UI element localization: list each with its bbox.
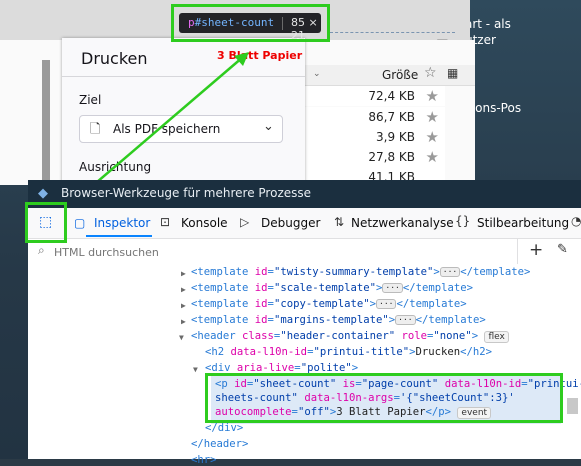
tab-style-editor[interactable]: Stilbearbeitung — [477, 216, 569, 230]
inspector-icon: ▢ — [74, 216, 86, 230]
tree-node[interactable]: <template id="margins-template"> ··· </tem… — [191, 314, 486, 326]
devtools-logo-icon: ◆ — [38, 186, 48, 201]
html-search-bar: ⌕ + ✎ — [28, 239, 581, 265]
devtools-window-title: Browser-Werkzeuge für mehrere Prozesse — [61, 186, 312, 200]
eyedropper-icon[interactable]: ✎ — [557, 242, 568, 257]
tree-node[interactable]: <h2 data-l10n-id="printui-title">Drucken… — [205, 346, 492, 358]
tree-node[interactable]: <template id="scale-template"> ··· </templ… — [191, 282, 473, 294]
tab-console[interactable]: Konsole — [181, 216, 228, 230]
debugger-icon: ▷ — [240, 215, 250, 229]
add-node-icon[interactable]: + — [529, 240, 543, 260]
tree-node[interactable]: <header class="header-container" role="n… — [191, 330, 509, 343]
collapse-triangle-icon[interactable]: ▼ — [179, 333, 184, 342]
tab-network[interactable]: Netzwerkanalyse — [351, 216, 454, 230]
tree-node[interactable]: </div> — [205, 422, 243, 434]
expand-triangle-icon[interactable]: ▶ — [181, 269, 186, 278]
html-search-input[interactable] — [52, 242, 496, 262]
tab-debugger[interactable]: Debugger — [261, 216, 320, 230]
performance-icon[interactable]: ◔ — [571, 214, 581, 228]
style-editor-icon: {} — [455, 214, 471, 228]
highlight-selected-node — [205, 373, 563, 423]
network-icon: ⇅ — [334, 215, 345, 229]
search-icon: ⌕ — [38, 243, 45, 257]
expand-triangle-icon[interactable]: ▶ — [181, 285, 186, 294]
tree-node[interactable]: <template id="twisty-summary-template"> ·… — [191, 266, 530, 278]
tree-node[interactable]: </header> — [191, 438, 248, 450]
highlight-picker — [25, 202, 67, 243]
console-icon: ⊡ — [160, 215, 171, 229]
tab-strip: ▢ Inspektor ⊡ Konsole ▷ Debugger ⇅ Netzw… — [28, 208, 581, 238]
highlight-tooltip — [171, 4, 330, 42]
expand-triangle-icon[interactable]: ▶ — [181, 317, 186, 326]
scrollbar-thumb[interactable] — [567, 398, 578, 414]
markup-tree: ▶ <template id="twisty-summary-template"… — [28, 264, 581, 466]
devtools-titlebar: ◆ Browser-Werkzeuge für mehrere Prozesse — [28, 180, 581, 208]
flex-badge[interactable]: flex — [484, 331, 509, 343]
active-tab-underline — [86, 235, 152, 237]
divider — [517, 239, 518, 264]
collapse-triangle-icon[interactable]: ▼ — [193, 365, 198, 374]
devtools-toolbar: ⬚ ▢ Inspektor ⊡ Konsole ▷ Debugger ⇅ Net… — [28, 208, 581, 239]
tree-node[interactable]: <template id="copy-template"> ··· </templa… — [191, 298, 467, 310]
tab-inspector[interactable]: Inspektor — [94, 216, 150, 230]
tree-node[interactable]: <hr> — [191, 454, 217, 466]
expand-triangle-icon[interactable]: ▶ — [181, 301, 186, 310]
